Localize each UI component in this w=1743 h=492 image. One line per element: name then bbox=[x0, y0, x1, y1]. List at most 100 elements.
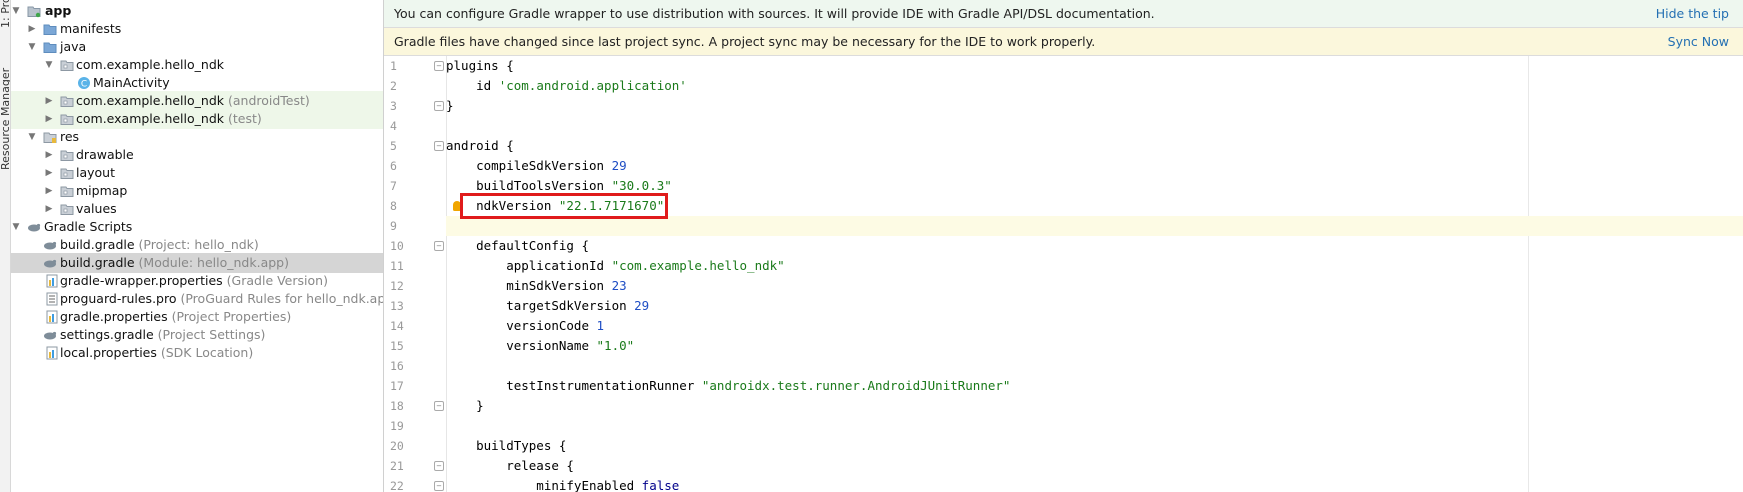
line-number: 5 bbox=[390, 139, 397, 153]
folder-icon bbox=[60, 186, 74, 197]
fold-end-icon[interactable]: − bbox=[434, 401, 444, 411]
line-number: 12 bbox=[390, 279, 404, 293]
chevron-right-icon[interactable]: ▶ bbox=[44, 109, 54, 129]
tip-banner-text: You can configure Gradle wrapper to use … bbox=[394, 6, 1155, 21]
chevron-right-icon[interactable]: ▶ bbox=[44, 199, 54, 219]
code-number: 29 bbox=[611, 158, 627, 173]
source-folder-icon bbox=[43, 42, 57, 53]
line-number: 22 bbox=[390, 479, 404, 492]
folder-icon bbox=[60, 204, 74, 215]
chevron-right-icon[interactable]: ▶ bbox=[44, 163, 54, 183]
code-text: compileSdkVersion bbox=[446, 158, 612, 173]
annotation-highlight-box bbox=[460, 193, 668, 219]
tree-row-label: app bbox=[45, 3, 72, 18]
chevron-down-icon[interactable]: ▼ bbox=[27, 127, 37, 147]
tree-row-local-properties[interactable]: local.properties (SDK Location) bbox=[11, 343, 383, 363]
tree-row-package-test[interactable]: ▶ com.example.hello_ndk (test) bbox=[11, 109, 383, 129]
code-line: } bbox=[446, 396, 1743, 416]
line-number: 8 bbox=[390, 199, 397, 213]
tree-row-gradle-properties[interactable]: gradle.properties (Project Properties) bbox=[11, 307, 383, 327]
tree-row-app[interactable]: ▼ app bbox=[11, 1, 383, 21]
fold-toggle-icon[interactable]: − bbox=[434, 461, 444, 471]
chevron-down-icon[interactable]: ▼ bbox=[44, 55, 54, 75]
tree-row-gradle-wrapper-properties[interactable]: gradle-wrapper.properties (Gradle Versio… bbox=[11, 271, 383, 291]
sync-now-link[interactable]: Sync Now bbox=[1668, 28, 1729, 55]
fold-toggle-icon[interactable]: − bbox=[434, 141, 444, 151]
code-text: minSdkVersion bbox=[446, 278, 612, 293]
folder-icon bbox=[43, 24, 57, 35]
tree-row-label: gradle-wrapper.properties (Gradle Versio… bbox=[60, 271, 328, 291]
fold-toggle-icon[interactable]: − bbox=[434, 61, 444, 71]
tree-row-build-gradle-project[interactable]: build.gradle (Project: hello_ndk) bbox=[11, 235, 383, 255]
fold-end-icon[interactable]: − bbox=[434, 101, 444, 111]
chevron-right-icon[interactable]: ▶ bbox=[44, 145, 54, 165]
code-text: android { bbox=[446, 138, 514, 153]
chevron-right-icon[interactable]: ▶ bbox=[44, 181, 54, 201]
tree-row-name: proguard-rules.pro bbox=[60, 291, 177, 306]
code-text: testInstrumentationRunner bbox=[446, 378, 702, 393]
tree-row-layout[interactable]: ▶ layout bbox=[11, 163, 383, 183]
code-text: versionName bbox=[446, 338, 597, 353]
tree-row-java[interactable]: ▼ java bbox=[11, 37, 383, 57]
package-icon bbox=[60, 114, 74, 125]
tree-row-hint: (ProGuard Rules for hello_ndk.app) bbox=[180, 291, 384, 306]
gradle-icon bbox=[28, 223, 41, 232]
tree-row-mipmap[interactable]: ▶ mipmap bbox=[11, 181, 383, 201]
gradle-icon bbox=[44, 259, 57, 268]
tree-row-package[interactable]: ▼ com.example.hello_ndk bbox=[11, 55, 383, 75]
tree-row-label: com.example.hello_ndk bbox=[76, 57, 224, 72]
resource-manager-tool-tab[interactable]: Resource Manager bbox=[0, 68, 10, 170]
tree-row-label: settings.gradle (Project Settings) bbox=[60, 325, 265, 345]
sync-banner-text: Gradle files have changed since last pro… bbox=[394, 34, 1096, 49]
line-number: 18 bbox=[390, 399, 404, 413]
code-text: targetSdkVersion bbox=[446, 298, 635, 313]
line-number: 10 bbox=[390, 239, 404, 253]
hide-tip-link[interactable]: Hide the tip bbox=[1656, 0, 1729, 27]
code-text: id bbox=[446, 78, 499, 93]
folder-icon bbox=[60, 150, 74, 161]
code-text: versionCode bbox=[446, 318, 597, 333]
chevron-down-icon[interactable]: ▼ bbox=[27, 37, 37, 57]
tree-row-manifests[interactable]: ▶ manifests bbox=[11, 19, 383, 39]
tree-row-label: layout bbox=[76, 165, 116, 180]
tree-row-proguard-rules[interactable]: proguard-rules.pro (ProGuard Rules for h… bbox=[11, 289, 383, 309]
chevron-down-icon[interactable]: ▼ bbox=[11, 217, 21, 237]
fold-toggle-icon[interactable]: − bbox=[434, 481, 444, 491]
tree-row-name: com.example.hello_ndk bbox=[76, 111, 224, 126]
project-tool-tab[interactable]: 1: Pro bbox=[0, 0, 10, 28]
code-line: release { bbox=[446, 456, 1743, 476]
module-folder-icon bbox=[27, 6, 41, 18]
tree-row-values[interactable]: ▶ values bbox=[11, 199, 383, 219]
tree-row-package-androidtest[interactable]: ▶ com.example.hello_ndk (androidTest) bbox=[11, 91, 383, 111]
code-line: android { bbox=[446, 136, 1743, 156]
tree-row-label: proguard-rules.pro (ProGuard Rules for h… bbox=[60, 289, 384, 309]
tree-row-drawable[interactable]: ▶ drawable bbox=[11, 145, 383, 165]
chevron-down-icon[interactable]: ▼ bbox=[11, 1, 21, 21]
tree-row-settings-gradle[interactable]: settings.gradle (Project Settings) bbox=[11, 325, 383, 345]
code-line: plugins { bbox=[446, 56, 1743, 76]
tree-row-hint: (test) bbox=[227, 111, 262, 126]
tree-row-hint: (Project Settings) bbox=[157, 327, 266, 342]
tree-row-hint: (Project: hello_ndk) bbox=[138, 237, 259, 252]
code-string: "com.example.hello_ndk" bbox=[611, 258, 785, 273]
tree-row-res[interactable]: ▼ res bbox=[11, 127, 383, 147]
tree-row-label: drawable bbox=[76, 147, 134, 162]
chevron-right-icon[interactable]: ▶ bbox=[44, 91, 54, 111]
tree-row-gradle-scripts[interactable]: ▼ Gradle Scripts bbox=[11, 217, 383, 237]
chevron-right-icon[interactable]: ▶ bbox=[27, 19, 37, 39]
tree-row-name: build.gradle bbox=[60, 237, 135, 252]
fold-toggle-icon[interactable]: − bbox=[434, 241, 444, 251]
tree-row-name: com.example.hello_ndk bbox=[76, 93, 224, 108]
code-editor[interactable]: You can configure Gradle wrapper to use … bbox=[384, 0, 1743, 492]
tree-row-hint: (SDK Location) bbox=[160, 345, 254, 360]
line-number: 20 bbox=[390, 439, 404, 453]
code-area[interactable]: plugins { id 'com.android.application' }… bbox=[446, 56, 1743, 492]
code-line: versionCode 1 bbox=[446, 316, 1743, 336]
text-file-icon bbox=[46, 292, 58, 306]
tree-row-mainactivity[interactable]: C MainActivity bbox=[11, 73, 383, 93]
tree-row-build-gradle-module[interactable]: build.gradle (Module: hello_ndk.app) bbox=[11, 253, 383, 273]
code-string: "androidx.test.runner.AndroidJUnitRunner… bbox=[701, 378, 1011, 393]
code-string: "1.0" bbox=[596, 338, 635, 353]
